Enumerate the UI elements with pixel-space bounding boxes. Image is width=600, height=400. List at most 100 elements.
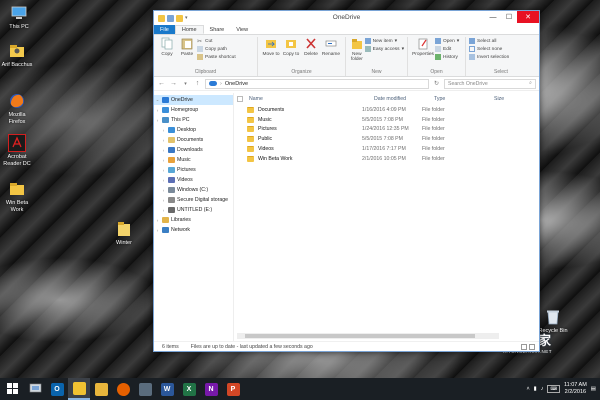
- desktop-icon-arif-bacchus[interactable]: Arif Bacchus: [0, 42, 34, 69]
- details-view-icon[interactable]: [521, 343, 527, 350]
- easy-access-button[interactable]: Easy access ▾: [364, 46, 404, 52]
- cut-button[interactable]: ✂ Cut: [197, 38, 236, 46]
- table-row[interactable]: Public 5/5/2015 7:08 PM File folder: [234, 134, 539, 144]
- expand-chevron-icon[interactable]: ›: [161, 158, 166, 163]
- expand-chevron-icon[interactable]: ›: [161, 208, 166, 213]
- table-row[interactable]: Music 5/5/2015 7:08 PM File folder: [234, 115, 539, 125]
- nav-item-libraries[interactable]: › Libraries: [154, 215, 233, 225]
- refresh-icon[interactable]: ↻: [432, 79, 441, 88]
- taskbar-task-view-button[interactable]: [24, 378, 46, 400]
- nav-item-videos[interactable]: › Videos: [154, 175, 233, 185]
- nav-item-this-pc[interactable]: › This PC: [154, 115, 233, 125]
- expand-chevron-icon[interactable]: ›: [155, 228, 160, 233]
- expand-chevron-icon[interactable]: ›: [155, 218, 160, 223]
- desktop-icon-acrobat[interactable]: Acrobat Reader DC: [0, 134, 34, 167]
- network-icon[interactable]: ▮: [534, 386, 537, 392]
- tab-file[interactable]: File: [154, 25, 175, 34]
- expand-chevron-icon[interactable]: ›: [161, 138, 166, 143]
- expand-chevron-icon[interactable]: ›: [161, 198, 166, 203]
- copy-path-button[interactable]: Copy path: [197, 46, 236, 52]
- table-row[interactable]: Win Beta Work 2/1/2016 10:05 PM File folde…: [234, 154, 539, 164]
- nav-item-network[interactable]: › Network: [154, 225, 233, 235]
- up-button[interactable]: ↑: [193, 79, 202, 88]
- expand-chevron-icon[interactable]: ›: [155, 108, 160, 113]
- column-header-date[interactable]: Date modified: [374, 96, 434, 102]
- nav-item-windows-c[interactable]: › Windows (C:): [154, 185, 233, 195]
- scrollbar-thumb[interactable]: [245, 334, 475, 338]
- taskbar-settings-button[interactable]: [134, 378, 156, 400]
- taskbar-file-explorer-button[interactable]: [68, 378, 90, 400]
- nav-item-documents[interactable]: › Documents: [154, 135, 233, 145]
- address-box[interactable]: › OneDrive: [205, 78, 429, 89]
- chevron-up-icon[interactable]: ˄: [526, 386, 529, 392]
- select-none-button[interactable]: Select none: [469, 46, 509, 52]
- taskbar-start-button[interactable]: [0, 378, 24, 400]
- taskbar-folder-button[interactable]: [90, 378, 112, 400]
- expand-chevron-icon[interactable]: ›: [161, 168, 166, 173]
- desktop-icon-this-pc[interactable]: This PC: [2, 4, 36, 31]
- expand-chevron-icon[interactable]: ›: [161, 188, 166, 193]
- open-button[interactable]: Open ▾: [435, 38, 459, 44]
- nav-item-downloads[interactable]: › Downloads: [154, 145, 233, 155]
- breadcrumb-separator-icon: ›: [220, 80, 222, 87]
- desktop-icon-win-beta-work[interactable]: Win Beta Work: [0, 180, 34, 213]
- large-icons-view-icon[interactable]: [529, 343, 535, 350]
- column-header-name[interactable]: Name: [249, 96, 374, 102]
- title-bar[interactable]: ▾ OneDrive — ☐ ✕: [154, 11, 539, 25]
- taskbar-outlook-button[interactable]: O: [46, 378, 68, 400]
- horizontal-scrollbar[interactable]: [237, 333, 499, 339]
- close-button[interactable]: ✕: [517, 11, 539, 23]
- taskbar-powerpoint-button[interactable]: P: [222, 378, 244, 400]
- search-input[interactable]: Search OneDrive ⌕: [444, 78, 536, 89]
- notifications-icon[interactable]: ▤: [591, 386, 596, 392]
- tab-share[interactable]: Share: [204, 25, 231, 34]
- expand-chevron-icon[interactable]: ⌄: [155, 97, 160, 103]
- search-icon: ⌕: [529, 80, 532, 86]
- table-row[interactable]: Videos 1/17/2016 7:17 PM File folder: [234, 144, 539, 154]
- documents-icon: [168, 137, 175, 143]
- breadcrumb-onedrive[interactable]: OneDrive: [225, 81, 248, 87]
- folder-icon: [247, 106, 254, 113]
- keyboard-icon[interactable]: ⌨: [547, 385, 560, 393]
- file-name-cell: Pictures: [247, 126, 362, 133]
- clock[interactable]: 11:07 AM 2/2/2016: [564, 382, 587, 396]
- taskbar-word-button[interactable]: W: [156, 378, 178, 400]
- expand-chevron-icon[interactable]: ›: [161, 178, 166, 183]
- tab-view[interactable]: View: [230, 25, 254, 34]
- back-button[interactable]: ←: [157, 79, 166, 88]
- tab-home[interactable]: Home: [174, 25, 204, 34]
- paste-shortcut-icon: [197, 54, 203, 60]
- history-button[interactable]: History: [435, 54, 459, 60]
- column-header-type[interactable]: Type: [434, 96, 494, 102]
- select-all-button[interactable]: Select all: [469, 38, 509, 44]
- pictures-icon: [168, 167, 175, 173]
- table-row[interactable]: Documents 1/16/2016 4:09 PM File folder: [234, 105, 539, 115]
- nav-item-untitled-e[interactable]: › UNTITLED (E:): [154, 205, 233, 215]
- taskbar-excel-button[interactable]: X: [178, 378, 200, 400]
- nav-item-secure-digital-storage[interactable]: › Secure Digital storage: [154, 195, 233, 205]
- table-row[interactable]: Pictures 1/24/2016 12:35 PM File folder: [234, 125, 539, 135]
- select-all-checkbox[interactable]: [237, 96, 243, 102]
- nav-item-onedrive[interactable]: ⌄ OneDrive: [154, 95, 233, 105]
- expand-chevron-icon[interactable]: ›: [161, 148, 166, 153]
- desktop-icon-winter[interactable]: Winter: [107, 220, 141, 247]
- new-item-button[interactable]: New item ▾: [364, 38, 404, 44]
- nav-item-music[interactable]: › Music: [154, 155, 233, 165]
- desktop-icon-firefox[interactable]: Mozilla Firefox: [0, 92, 34, 125]
- minimize-button[interactable]: —: [485, 11, 501, 23]
- taskbar-firefox-button[interactable]: [112, 378, 134, 400]
- forward-button[interactable]: →: [169, 79, 178, 88]
- expand-chevron-icon[interactable]: ›: [155, 118, 160, 123]
- chevron-down-icon[interactable]: ▾: [181, 79, 190, 88]
- column-header-size[interactable]: Size: [494, 96, 524, 102]
- edit-button[interactable]: Edit: [435, 46, 459, 52]
- invert-selection-button[interactable]: Invert selection: [469, 54, 509, 60]
- nav-item-homegroup[interactable]: › Homegroup: [154, 105, 233, 115]
- nav-item-desktop[interactable]: › Desktop: [154, 125, 233, 135]
- expand-chevron-icon[interactable]: ›: [161, 128, 166, 133]
- volume-icon[interactable]: ♪: [541, 386, 544, 392]
- nav-item-pictures[interactable]: › Pictures: [154, 165, 233, 175]
- maximize-button[interactable]: ☐: [501, 11, 517, 23]
- paste-shortcut-button[interactable]: Paste shortcut: [197, 54, 236, 60]
- taskbar-onenote-button[interactable]: N: [200, 378, 222, 400]
